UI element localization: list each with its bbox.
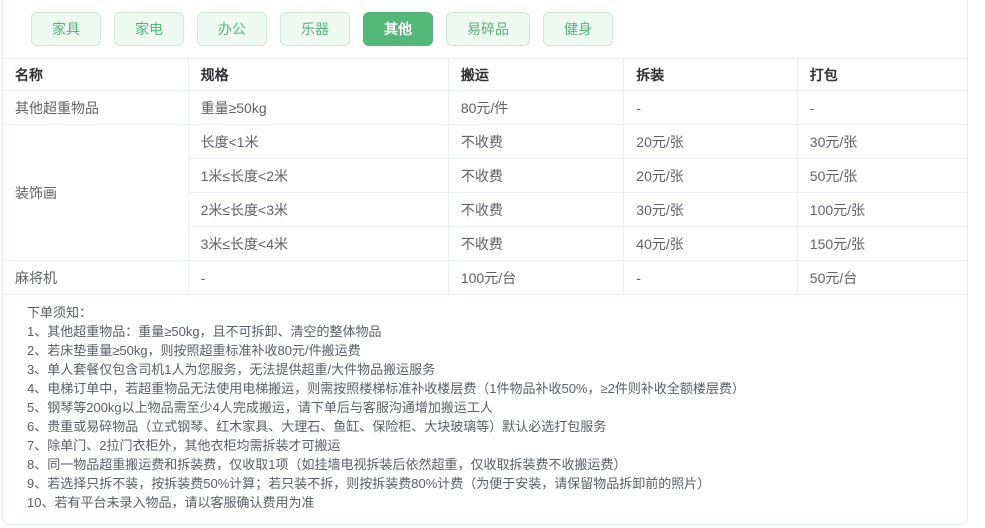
- price-cell: 30元/张: [797, 124, 967, 159]
- price-cell: -: [188, 260, 449, 295]
- price-cell: 3米≤长度<4米: [188, 226, 449, 261]
- tab-office[interactable]: 办公: [197, 12, 267, 46]
- item-name-cell: 装饰画: [3, 124, 189, 261]
- notes-title: 下单须知：: [27, 305, 93, 320]
- price-cell: 30元/张: [623, 192, 798, 227]
- price-cell: -: [623, 260, 798, 295]
- tab-furniture[interactable]: 家具: [31, 12, 101, 46]
- note-item: 3、单人套餐仅包含司机1人为您服务，无法提供超重/大件物品搬运服务: [27, 362, 436, 377]
- price-cell: 1米≤长度<2米: [188, 158, 449, 193]
- price-cell: 长度<1米: [188, 124, 449, 159]
- price-cell: 80元/件: [448, 90, 625, 125]
- note-item: 8、同一物品超重搬运费和拆装费，仅收取1项（如挂墙电视拆装后依然超重，仅收取拆装…: [27, 457, 627, 472]
- price-cell: 50元/台: [797, 260, 967, 295]
- tab-appliances[interactable]: 家电: [114, 12, 184, 46]
- category-tabs: 家具 家电 办公 乐器 其他 易碎品 健身: [3, 0, 967, 58]
- price-cell: -: [623, 90, 798, 125]
- note-item: 9、若选择只拆不装，按拆装费50%计算；若只装不拆，则按拆装费80%计费（为便于…: [27, 476, 711, 491]
- tab-instruments[interactable]: 乐器: [280, 12, 350, 46]
- note-item: 1、其他超重物品：重量≥50kg，且不可拆卸、清空的整体物品: [27, 324, 382, 339]
- price-cell: 100元/台: [448, 260, 625, 295]
- price-cell: 不收费: [448, 158, 625, 193]
- pricing-table: 名称 规格 搬运 拆装 打包 其他超重物品 重量≥50kg 80元/件 - - 装饰画 长度<1米不…: [3, 58, 967, 295]
- item-name-cell: 其他超重物品: [3, 90, 189, 125]
- note-item: 10、若有平台未录入物品，请以客服确认费用为准: [27, 495, 315, 510]
- price-cell: 重量≥50kg: [188, 90, 449, 125]
- note-item: 2、若床垫重量≥50kg，则按照超重标准补收80元/件搬运费: [27, 343, 361, 358]
- column-header: 搬运: [448, 58, 625, 91]
- pricing-card: 家具 家电 办公 乐器 其他 易碎品 健身 名称 规格 搬运 拆装 打包 其他超重物品 重量≥50kg…: [2, 0, 968, 525]
- column-header: 名称: [3, 58, 189, 91]
- price-cell: 不收费: [448, 124, 625, 159]
- price-cell: 不收费: [448, 226, 625, 261]
- column-header: 规格: [188, 58, 449, 91]
- order-notes: 下单须知： 1、其他超重物品：重量≥50kg，且不可拆卸、清空的整体物品 2、若床…: [3, 295, 967, 524]
- table-header-row: 名称 规格 搬运 拆装 打包: [3, 58, 967, 91]
- item-name-cell: 麻将机: [3, 260, 189, 295]
- note-item: 7、除单门、2拉门衣柜外，其他衣柜均需拆装才可搬运: [27, 438, 341, 453]
- price-cell: 150元/张: [797, 226, 967, 261]
- table-row: 其他超重物品 重量≥50kg 80元/件 - -: [3, 90, 967, 125]
- price-cell: 40元/张: [623, 226, 798, 261]
- price-cell: 不收费: [448, 192, 625, 227]
- price-cell: -: [797, 90, 967, 125]
- table-row: 装饰画 长度<1米 不收费 20元/张 30元/张: [3, 124, 967, 261]
- note-item: 4、电梯订单中，若超重物品无法使用电梯搬运，则需按照楼梯标准补收楼层费（1件物品…: [27, 381, 745, 396]
- column-header: 拆装: [623, 58, 798, 91]
- note-item: 6、贵重或易碎物品（立式钢琴、红木家具、大理石、鱼缸、保险柜、大块玻璃等）默认必…: [27, 419, 607, 434]
- price-cell: 50元/张: [797, 158, 967, 193]
- tab-fragile[interactable]: 易碎品: [446, 12, 530, 46]
- column-header: 打包: [797, 58, 967, 91]
- table-row: 麻将机 -100元/台 -50元/台: [3, 260, 967, 295]
- note-item: 5、钢琴等200kg以上物品需至少4人完成搬运，请下单后与客服沟通增加搬运工人: [27, 400, 493, 415]
- price-cell: 20元/张: [623, 158, 798, 193]
- price-cell: 2米≤长度<3米: [188, 192, 449, 227]
- tab-fitness[interactable]: 健身: [543, 12, 613, 46]
- tab-others[interactable]: 其他: [363, 12, 433, 46]
- price-cell: 20元/张: [623, 124, 798, 159]
- price-cell: 100元/张: [797, 192, 967, 227]
- notes-list: 1、其他超重物品：重量≥50kg，且不可拆卸、清空的整体物品 2、若床垫重量≥50…: [27, 322, 943, 512]
- table-body: 其他超重物品 重量≥50kg 80元/件 - - 装饰画 长度<1米 不收费 20元/张 30元/…: [3, 90, 967, 295]
